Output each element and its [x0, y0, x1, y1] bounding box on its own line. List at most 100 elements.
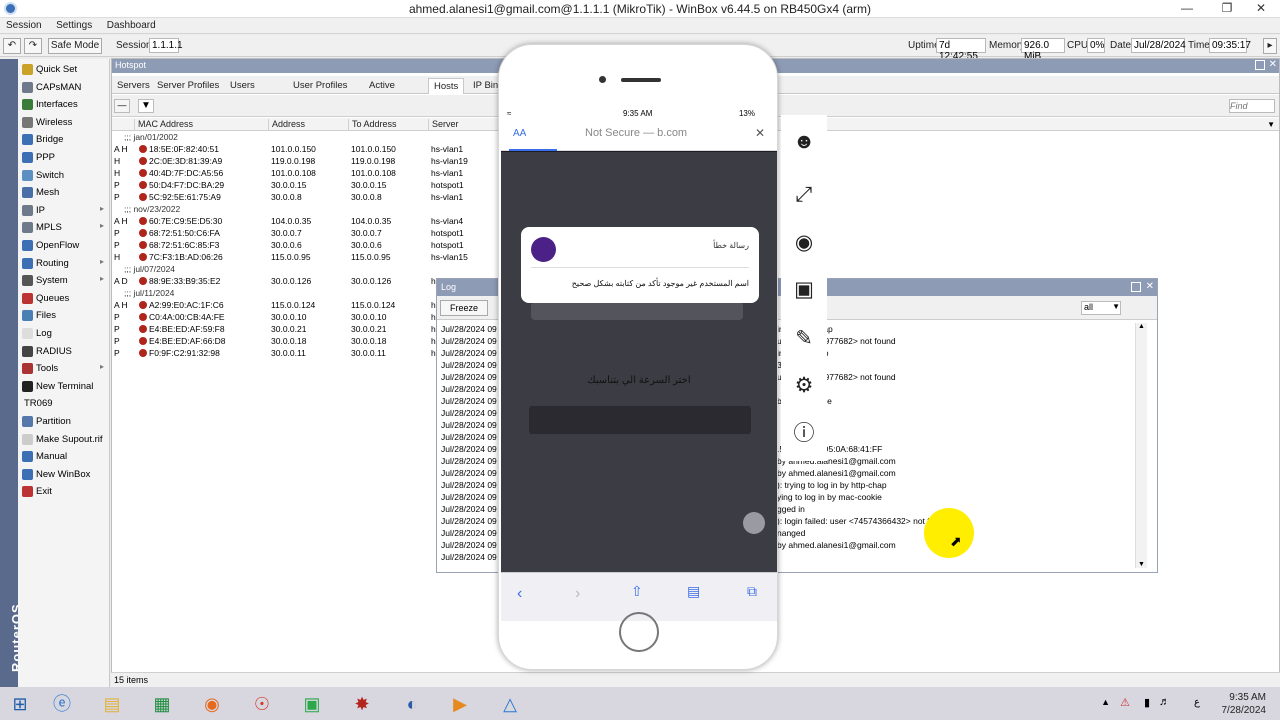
speed-select-field[interactable]	[529, 406, 751, 434]
hotspot-close-icon[interactable]: ✕	[1269, 59, 1277, 70]
sidebar-item[interactable]: Log	[18, 325, 110, 342]
group-comment-row[interactable]: ;;; nov/23/2022	[112, 203, 502, 215]
sidebar-item[interactable]: Exit	[18, 483, 110, 500]
mascot-icon[interactable]: ☻	[791, 129, 817, 155]
log-maximize-icon[interactable]	[1131, 282, 1141, 292]
minimize-button[interactable]: —	[1174, 0, 1200, 18]
tray-arrow-icon[interactable]: ▲	[1101, 697, 1110, 707]
sidebar-item[interactable]: Wireless	[18, 114, 110, 131]
table-row[interactable]: P 5C:92:5E:61:75:A9 30.0.0.8 30.0.0.8 hs-vla…	[112, 191, 502, 203]
minus-icon[interactable]: —	[114, 99, 130, 113]
sidebar-item[interactable]: New WinBox	[18, 466, 110, 483]
redo-icon[interactable]: ↷	[24, 38, 42, 54]
sidebar-item[interactable]: Partition	[18, 413, 110, 430]
network-icon[interactable]: ⚠	[1120, 696, 1130, 709]
col-address[interactable]: Address	[268, 119, 348, 131]
group-comment-row[interactable]: ;;; jul/07/2024	[112, 263, 502, 275]
column-menu-icon[interactable]: ▼	[1267, 120, 1275, 129]
url-text[interactable]: Not Secure — b.com	[585, 127, 687, 139]
stop-icon[interactable]: ✕	[755, 126, 765, 140]
menu-dashboard[interactable]: Dashboard	[101, 18, 162, 33]
home-button[interactable]	[619, 612, 659, 652]
tab-active[interactable]: Active	[364, 78, 400, 94]
camera-icon[interactable]: ◉	[791, 230, 817, 256]
close-button[interactable]: ✕	[1248, 0, 1274, 18]
filter-icon[interactable]: ▼	[138, 99, 154, 113]
sidebar-item[interactable]: System ▸	[18, 272, 110, 289]
table-row[interactable]: H 7C:F3:1B:AD:06:26 115.0.0.95 115.0.0.95 hs…	[112, 251, 502, 263]
undo-icon[interactable]: ↶	[3, 38, 21, 54]
group-comment-row[interactable]: ;;; jan/01/2002	[112, 131, 502, 143]
maximize-button[interactable]: ❐	[1214, 0, 1240, 18]
sidebar-item[interactable]: New Terminal	[18, 378, 110, 395]
sidebar-item[interactable]: Switch	[18, 167, 110, 184]
media-player-icon[interactable]: ▶	[440, 690, 480, 718]
mirror-app-icon[interactable]: △	[490, 690, 530, 718]
tabs-icon[interactable]: ⧉	[747, 583, 757, 600]
log-filter-arrow-icon[interactable]: ▼	[1112, 302, 1120, 311]
nox-icon[interactable]: ▣	[292, 690, 332, 718]
sidebar-item[interactable]: Interfaces	[18, 96, 110, 113]
table-row[interactable]: P 68:72:51:6C:85:F3 30.0.0.6 30.0.0.6 hotspo…	[112, 239, 502, 251]
internet-explorer-icon[interactable]: ⓔ	[42, 690, 82, 718]
back-icon[interactable]: ‹	[517, 585, 522, 603]
chrome-icon[interactable]: ☉	[242, 690, 282, 718]
tab-servers[interactable]: Servers	[112, 78, 155, 94]
sidebar-item[interactable]: RADIUS	[18, 343, 110, 360]
log-close-icon[interactable]: ✕	[1146, 281, 1154, 292]
sidebar-item[interactable]: PPP	[18, 149, 110, 166]
sidebar-item[interactable]: OpenFlow	[18, 237, 110, 254]
firefox-icon[interactable]: ◉	[192, 690, 232, 718]
menu-settings[interactable]: Settings	[50, 18, 98, 33]
scroll-up-icon[interactable]: ▲	[1138, 323, 1145, 330]
video-record-icon[interactable]: ▣	[791, 277, 817, 303]
excel-icon[interactable]: ▦	[142, 690, 182, 718]
sidebar-item[interactable]: Files	[18, 307, 110, 324]
safe-mode-button[interactable]: Safe Mode	[48, 38, 102, 54]
sidebar-item[interactable]: Make Supout.rif	[18, 431, 110, 448]
draw-icon[interactable]: ✎	[791, 326, 817, 352]
sidebar-item[interactable]: Routing ▸	[18, 255, 110, 272]
file-explorer-icon[interactable]: ▤	[92, 690, 132, 718]
fullscreen-icon[interactable]: ⤢	[791, 182, 817, 208]
assistive-touch-icon[interactable]	[743, 512, 765, 534]
start-icon[interactable]: ⊞	[0, 690, 40, 718]
table-row[interactable]: A H 18:5E:0F:82:40:51 101.0.0.150 101.0.0.1…	[112, 143, 502, 155]
sidebar-item[interactable]: MPLS ▸	[18, 219, 110, 236]
help-icon[interactable]: ⓘ	[791, 421, 817, 447]
bookmarks-icon[interactable]: ▤	[687, 583, 700, 600]
volume-icon[interactable]: ♬	[1159, 696, 1170, 708]
sidebar-item[interactable]: IP ▸	[18, 202, 110, 219]
sidebar-item[interactable]: TR069	[18, 395, 110, 412]
sidebar-item[interactable]: Quick Set	[18, 61, 110, 78]
taskbar-clock[interactable]: 9:35 AM 7/28/2024	[1222, 691, 1267, 717]
sidebar-item[interactable]: Mesh	[18, 184, 110, 201]
table-row[interactable]: P 50:D4:F7:DC:BA:29 30.0.0.15 30.0.0.15 hots…	[112, 179, 502, 191]
battery-tray-icon[interactable]: ▮	[1144, 696, 1150, 709]
table-row[interactable]: A H 60:7E:C9:5E:D5:30 104.0.0.35 104.0.0.35…	[112, 215, 502, 227]
tab-server-profiles[interactable]: Server Profiles	[152, 78, 224, 94]
sidebar-item[interactable]: Bridge	[18, 131, 110, 148]
toolbar-scroll-right[interactable]: ▸	[1263, 38, 1277, 54]
language-indicator[interactable]: ع	[1194, 697, 1200, 708]
hotspot-maximize-icon[interactable]	[1255, 60, 1265, 70]
log-scrollbar[interactable]: ▲ ▼	[1135, 323, 1147, 568]
sidebar-item[interactable]: Queues	[18, 290, 110, 307]
forward-icon[interactable]: ›	[575, 585, 580, 603]
col-server[interactable]: Server	[428, 119, 494, 131]
col-mac-address[interactable]: MAC Address	[134, 119, 268, 131]
table-row[interactable]: H 2C:0E:3D:81:39:A9 119.0.0.198 119.0.0.198…	[112, 155, 502, 167]
share-icon[interactable]: ⇧	[631, 583, 643, 600]
sidebar-item[interactable]: Manual	[18, 448, 110, 465]
col-to-address[interactable]: To Address	[348, 119, 428, 131]
winbox-taskbar-icon[interactable]: ◐	[392, 690, 432, 718]
sidebar-item[interactable]: Tools ▸	[18, 360, 110, 377]
scroll-down-icon[interactable]: ▼	[1138, 561, 1145, 568]
table-row[interactable]: H 40:4D:7F:DC:A5:56 101.0.0.108 101.0.0.108…	[112, 167, 502, 179]
freeze-button[interactable]: Freeze	[440, 300, 488, 316]
menu-session[interactable]: Session	[0, 18, 48, 33]
table-row[interactable]: P 68:72:51:50:C6:FA 30.0.0.7 30.0.0.7 hotspo…	[112, 227, 502, 239]
tab-users[interactable]: Users	[225, 78, 260, 94]
tab-hosts[interactable]: Hosts	[428, 78, 465, 94]
reader-aa-button[interactable]: AA	[513, 128, 526, 139]
